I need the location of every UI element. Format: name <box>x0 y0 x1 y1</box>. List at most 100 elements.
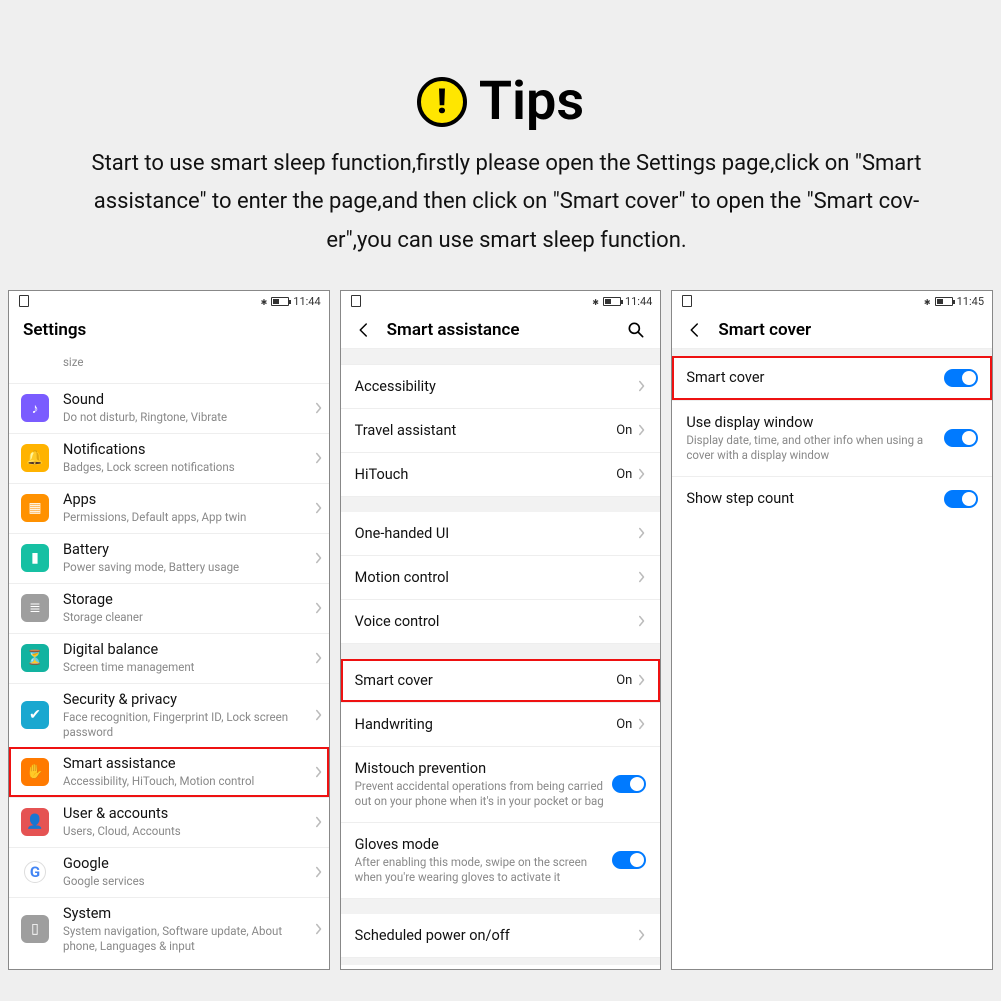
notifications-icon: 🔔 <box>21 444 49 472</box>
row-digital-balance[interactable]: ⏳ Digital balance Screen time management <box>9 633 329 683</box>
apps-icon: ▦ <box>21 494 49 522</box>
row-title: One-handed UI <box>355 525 633 542</box>
row-use-display-window[interactable]: Use display window Display date, time, a… <box>672 400 992 476</box>
page-title: Smart cover <box>718 320 811 340</box>
row-security-privacy[interactable]: ✔ Security & privacy Face recognition, F… <box>9 683 329 747</box>
clock: 11:45 <box>957 295 984 308</box>
row-sub: Accessibility, HiTouch, Motion control <box>63 774 309 789</box>
row-value: On <box>616 467 632 482</box>
row-title: System <box>63 905 309 923</box>
battery-icon <box>271 297 289 306</box>
chevron-right-icon <box>315 709 323 721</box>
search-icon[interactable] <box>626 320 646 340</box>
clock: 11:44 <box>293 295 320 308</box>
chevron-right-icon <box>638 571 646 583</box>
row-title: Use display window <box>686 414 944 431</box>
chevron-right-icon <box>638 424 646 436</box>
chevron-right-icon <box>638 718 646 730</box>
row-accessibility[interactable]: Accessibility <box>341 364 661 408</box>
bluetooth-icon <box>924 295 931 308</box>
row-notifications[interactable]: 🔔 Notifications Badges, Lock screen noti… <box>9 433 329 483</box>
sim-icon <box>351 295 361 307</box>
back-icon[interactable] <box>355 321 373 339</box>
chevron-right-icon <box>315 652 323 664</box>
row-storage[interactable]: ≣ Storage Storage cleaner <box>9 583 329 633</box>
row-show-step-count[interactable]: Show step count <box>672 476 992 521</box>
row-title: Storage <box>63 591 309 609</box>
sim-icon <box>682 295 692 307</box>
use-display-window-switch[interactable] <box>944 429 978 447</box>
row-sub: Badges, Lock screen notifications <box>63 460 309 475</box>
statusbar: 11:44 <box>9 291 329 310</box>
tips-header: ! Tips <box>0 0 1001 145</box>
chevron-right-icon <box>315 502 323 514</box>
row-motion-control[interactable]: Motion control <box>341 555 661 599</box>
page-title: Settings <box>9 310 329 348</box>
google-icon: G <box>21 858 49 886</box>
row-google[interactable]: G Google Google services <box>9 847 329 897</box>
warning-icon: ! <box>417 77 467 127</box>
screenshot-smart-assistance: 11:44 Smart assistance Accessibility <box>340 290 662 970</box>
row-title: Scheduled power on/off <box>355 927 633 944</box>
battery-icon <box>603 297 621 306</box>
row-title: Accessibility <box>355 378 633 395</box>
row-title: Google <box>63 855 309 873</box>
row-battery[interactable]: ▮ Battery Power saving mode, Battery usa… <box>9 533 329 583</box>
chevron-right-icon <box>315 816 323 828</box>
row-apps[interactable]: ▦ Apps Permissions, Default apps, App tw… <box>9 483 329 533</box>
chevron-right-icon <box>638 929 646 941</box>
row-sub: After enabling this mode, swipe on the s… <box>355 855 613 885</box>
smart-assistance-icon: ✋ <box>21 758 49 786</box>
row-title: Mistouch prevention <box>355 760 613 777</box>
back-icon[interactable] <box>686 321 704 339</box>
page-title: Smart assistance <box>387 320 520 340</box>
row-hitouch[interactable]: HiTouch On <box>341 452 661 496</box>
row-one-handed-ui[interactable]: One-handed UI <box>341 512 661 555</box>
row-user-accounts[interactable]: 👤 User & accounts Users, Cloud, Accounts <box>9 797 329 847</box>
row-title: Smart cover <box>355 672 617 689</box>
row-sub: Storage cleaner <box>63 610 309 625</box>
row-title: Apps <box>63 491 309 509</box>
row-sub: Google services <box>63 874 309 889</box>
row-title: Travel assistant <box>355 422 617 439</box>
mistouch-prevention-toggle[interactable] <box>612 775 646 793</box>
row-sub: Users, Cloud, Accounts <box>63 824 309 839</box>
row-sub: Screen time management <box>63 660 309 675</box>
chevron-right-icon <box>638 674 646 686</box>
user-accounts-icon: 👤 <box>21 808 49 836</box>
gloves-mode-toggle[interactable] <box>612 851 646 869</box>
row-sound[interactable]: ♪ Sound Do not disturb, Ringtone, Vibrat… <box>9 383 329 433</box>
row-sub: Do not disturb, Ringtone, Vibrate <box>63 410 309 425</box>
row-gloves-mode[interactable]: Gloves mode After enabling this mode, sw… <box>341 822 661 898</box>
row-value: On <box>616 673 632 688</box>
show-step-count-switch[interactable] <box>944 490 978 508</box>
chevron-right-icon <box>638 468 646 480</box>
chevron-right-icon <box>315 923 323 935</box>
row-mistouch-prevention[interactable]: Mistouch prevention Prevent accidental o… <box>341 746 661 822</box>
row-title: Gloves mode <box>355 836 613 853</box>
row-title: User & accounts <box>63 805 309 823</box>
row-smart-assistance[interactable]: ✋ Smart assistance Accessibility, HiTouc… <box>9 747 329 797</box>
row-smart-cover-toggle[interactable]: Smart cover <box>672 356 992 400</box>
chevron-right-icon <box>315 402 323 414</box>
row-sub: Face recognition, Fingerprint ID, Lock s… <box>63 710 309 740</box>
row-title: Security & privacy <box>63 691 309 709</box>
screenshot-smart-cover: 11:45 Smart cover Smart cover Use displa… <box>671 290 993 970</box>
digital-balance-icon: ⏳ <box>21 644 49 672</box>
row-voice-control[interactable]: Voice control <box>341 599 661 643</box>
screenshot-settings: 11:44 Settings size › ♪ Sound Do not <box>8 290 330 970</box>
row-title: Smart cover <box>686 369 944 386</box>
system-icon: ▯ <box>21 915 49 943</box>
chevron-right-icon <box>638 380 646 392</box>
row-travel-assistant[interactable]: Travel assistant On <box>341 408 661 452</box>
row-title: Show step count <box>686 490 944 507</box>
row-system[interactable]: ▯ System System navigation, Software upd… <box>9 897 329 961</box>
row-handwriting[interactable]: Handwriting On <box>341 702 661 746</box>
smart-cover-toggle-switch[interactable] <box>944 369 978 387</box>
row-smart-cover[interactable]: Smart cover On <box>341 659 661 702</box>
row-scheduled-power[interactable]: Scheduled power on/off <box>341 914 661 957</box>
chevron-right-icon <box>638 527 646 539</box>
bluetooth-icon <box>592 295 599 308</box>
security-privacy-icon: ✔ <box>21 701 49 729</box>
row-display-truncated[interactable]: size › <box>9 348 329 383</box>
